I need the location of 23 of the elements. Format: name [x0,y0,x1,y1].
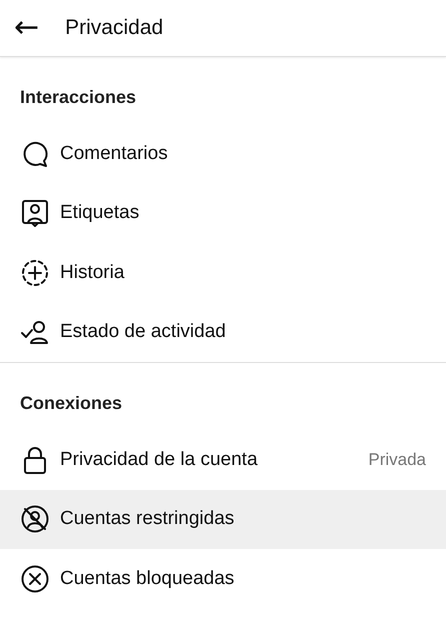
settings-item[interactable]: Cuentas restringidas [0,490,446,549]
person-tag-icon [20,198,50,228]
item-label: Privacidad de la cuenta [60,448,259,471]
page-title: Privacidad [65,16,164,40]
item-label: Comentarios [60,142,169,165]
settings-item[interactable]: Estado de actividad [0,302,446,362]
item-label: Historia [60,262,126,284]
settings-item[interactable]: Etiquetas [0,184,446,243]
settings-item[interactable]: Historia [0,243,446,302]
back-button[interactable]: ← [14,13,40,43]
item-label: Etiquetas [60,202,140,224]
item-value: Privada [368,450,426,470]
blocked-icon [20,564,50,594]
add-story-icon [20,258,50,288]
item-label: Cuentas restringidas [60,508,236,530]
item-label: Cuentas bloqueadas [60,568,236,590]
item-label: Estado de actividad [60,321,227,344]
section-title: Conexiones [19,392,124,415]
section-title: Interacciones [19,86,138,109]
settings-item[interactable]: Comentarios [0,124,446,184]
settings-item[interactable]: Cuentas bloqueadas [0,549,446,608]
restricted-icon [20,504,50,534]
settings-item[interactable]: Privacidad de la cuenta Privada [0,430,446,490]
